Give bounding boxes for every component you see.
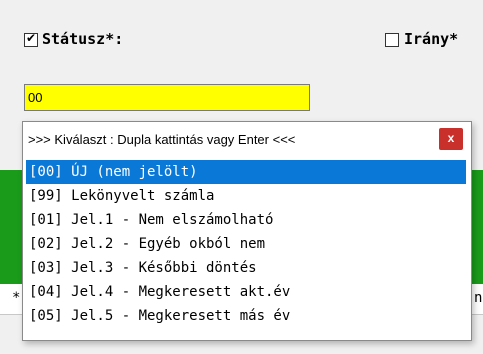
popup-header: >>> Kiválaszt : Dupla kattintás vagy Ent… bbox=[23, 122, 471, 160]
close-button[interactable]: x bbox=[439, 128, 463, 150]
strip-right-char: n bbox=[474, 290, 483, 306]
list-item[interactable]: [01] Jel.1 - Nem elszámolható bbox=[26, 208, 466, 232]
direction-label: Irány* bbox=[404, 30, 459, 48]
strip-left-char: * bbox=[12, 290, 21, 306]
status-checkbox[interactable]: ✔ bbox=[24, 31, 38, 47]
popup-list[interactable]: [00] ÚJ (nem jelölt) [99] Lekönyvelt szám… bbox=[26, 160, 466, 328]
list-item[interactable]: [03] Jel.3 - Későbbi döntés bbox=[26, 256, 466, 280]
popup-title: >>> Kiválaszt : Dupla kattintás vagy Ent… bbox=[28, 132, 296, 147]
list-item[interactable]: [02] Jel.2 - Egyéb okból nem bbox=[26, 232, 466, 256]
checkmark-icon: ✔ bbox=[26, 31, 37, 45]
list-item[interactable]: [99] Lekönyvelt számla bbox=[26, 184, 466, 208]
list-item[interactable]: [05] Jel.5 - Megkeresett más év bbox=[26, 304, 466, 328]
list-item[interactable]: [04] Jel.4 - Megkeresett akt.év bbox=[26, 280, 466, 304]
close-icon: x bbox=[447, 131, 455, 145]
selection-popup: >>> Kiválaszt : Dupla kattintás vagy Ent… bbox=[22, 121, 472, 341]
status-label: Státusz*: bbox=[42, 30, 124, 48]
list-item[interactable]: [00] ÚJ (nem jelölt) bbox=[26, 160, 466, 184]
direction-checkbox[interactable] bbox=[385, 33, 399, 47]
status-input[interactable]: 00 bbox=[24, 84, 310, 111]
